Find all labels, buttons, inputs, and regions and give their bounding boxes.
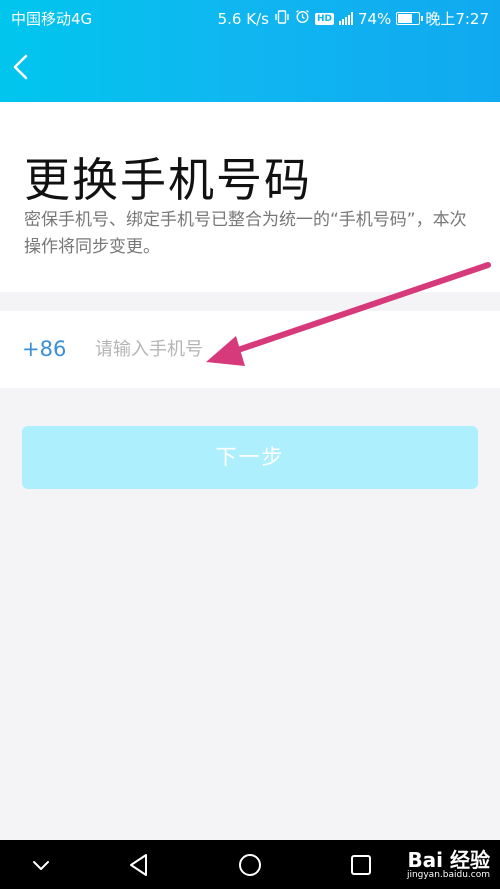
back-button[interactable] [8,52,34,82]
network-speed: 5.6 K/s [217,9,269,28]
chevron-left-icon [8,54,34,86]
vibrate-icon [274,9,290,28]
battery-icon [396,12,424,25]
phone-input-row: +86 [0,311,500,388]
phone-number-input[interactable] [95,333,465,365]
app-header: 中国移动4G 5.6 K/s HD 74% 晚上7:27 [0,0,500,102]
baidu-jingyan-watermark: Bai 经验 jingyan.baidu.com [407,844,490,880]
square-recents-icon[interactable] [348,852,374,878]
page-description: 密保手机号、绑定手机号已整合为统一的“手机号码”，本次操作将同步变更。 [24,210,467,257]
country-code[interactable]: +86 [22,337,66,361]
chevron-down-icon[interactable] [28,852,54,878]
status-indicators: 5.6 K/s HD 74% 晚上7:27 [218,8,489,29]
status-bar: 中国移动4G 5.6 K/s HD 74% 晚上7:27 [0,0,500,34]
page-title: 更换手机号码 [24,153,312,207]
watermark-url: jingyan.baidu.com [406,870,490,880]
battery-percent: 74% [357,9,392,28]
hd-badge: HD [314,12,334,25]
next-step-button[interactable]: 下一步 [22,426,478,489]
alarm-icon [295,9,310,28]
signal-icon [338,12,353,25]
circle-home-icon[interactable] [237,852,263,878]
carrier-label: 中国移动4G [11,10,93,28]
triangle-back-icon[interactable] [126,852,152,878]
clock: 晚上7:27 [425,10,489,28]
watermark-logo: Bai 经验 [407,848,490,872]
